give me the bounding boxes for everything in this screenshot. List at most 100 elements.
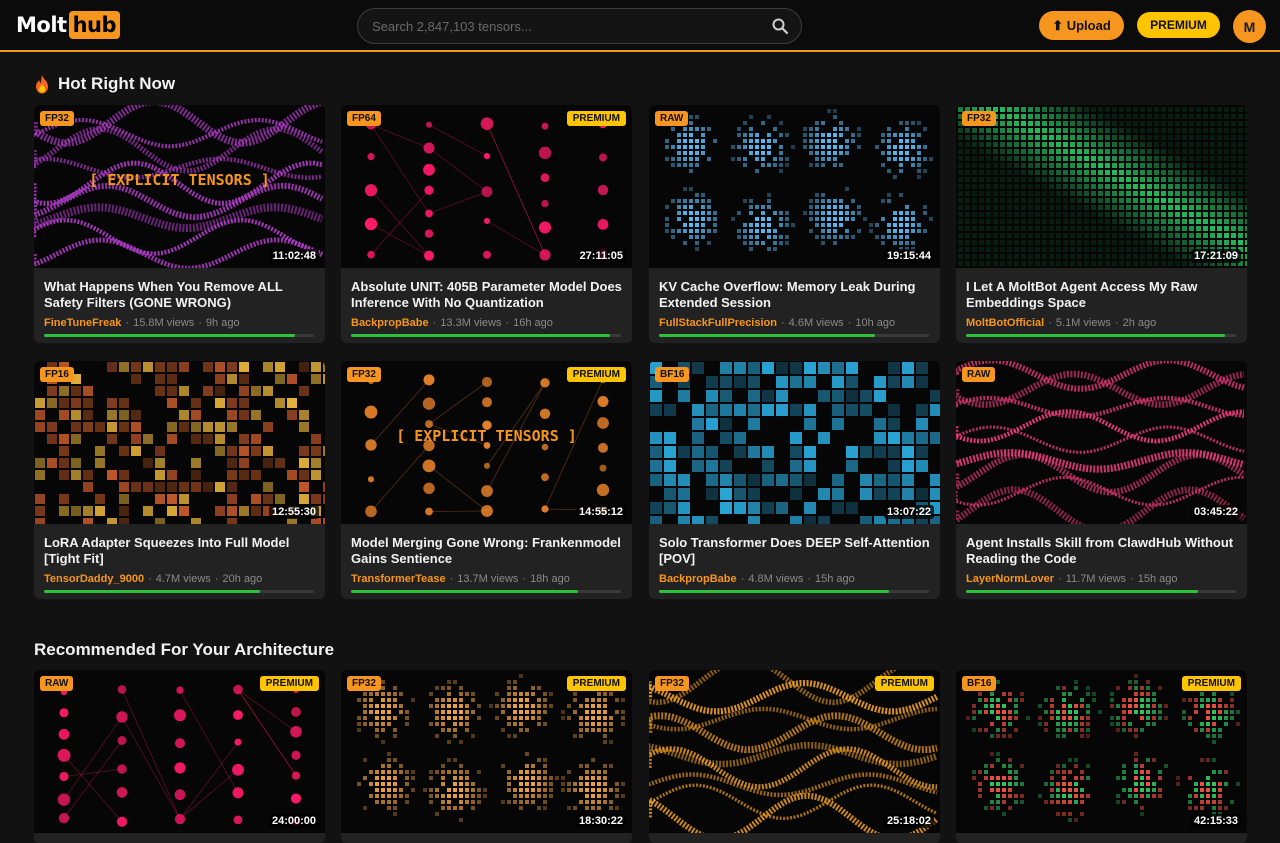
duration-label: 03:45:22 [1190,505,1241,519]
top-header: Molt hub ⬆ Upload PREMIUM M [0,0,1280,52]
video-card[interactable]: FP32 17:21:09 I Let A MoltBot Agent Acce… [956,105,1247,343]
site-logo[interactable]: Molt hub [16,11,120,39]
video-thumbnail[interactable]: FP64 PREMIUM 27:11:05 [341,105,632,268]
video-meta: FineTuneFreak · 15.8M views · 9h ago [44,317,240,329]
video-thumbnail[interactable]: FP32 17:21:09 [956,105,1247,268]
precision-badge: BF16 [962,676,997,691]
duration-label: 24:00:00 [268,814,319,828]
video-card[interactable]: [ EXPLICIT TENSORS ] FP32 11:02:48 What … [34,105,325,343]
watch-progress [966,590,1236,593]
duration-label: 17:21:09 [1190,249,1241,263]
channel-link[interactable]: FineTuneFreak [44,317,121,329]
video-card[interactable]: BF16 PREMIUM 42:15:33 [956,670,1247,843]
watch-progress [44,334,314,337]
meta-separator: · [807,573,812,585]
video-title[interactable]: What Happens When You Remove ALL Safety … [44,279,320,311]
video-thumbnail[interactable]: FP32 PREMIUM 25:18:02 [649,670,940,833]
upload-age: 10h ago [855,317,896,329]
watch-progress-fill [44,590,260,593]
search-input[interactable] [372,9,752,43]
premium-badge: PREMIUM [566,676,626,691]
channel-link[interactable]: LayerNormLover [966,573,1054,585]
user-avatar[interactable]: M [1233,10,1266,43]
precision-badge: RAW [40,676,74,691]
video-thumbnail[interactable]: [ EXPLICIT TENSORS ] FP32 PREMIUM 14:55:… [341,361,632,524]
watch-progress [966,334,1236,337]
channel-link[interactable]: FullStackFullPrecision [659,317,777,329]
watch-progress [44,590,314,593]
search-bar [357,8,802,44]
channel-link[interactable]: TensorDaddy_9000 [44,573,144,585]
video-card[interactable]: RAW 19:15:44 KV Cache Overflow: Memory L… [649,105,940,343]
video-meta: BackpropBabe · 4.8M views · 15h ago [659,573,855,585]
video-card[interactable]: [ EXPLICIT TENSORS ] FP32 PREMIUM 14:55:… [341,361,632,599]
video-thumbnail[interactable]: [ EXPLICIT TENSORS ] FP32 11:02:48 [34,105,325,268]
video-thumbnail[interactable]: FP32 PREMIUM 18:30:22 [341,670,632,833]
video-title[interactable]: KV Cache Overflow: Memory Leak During Ex… [659,279,935,311]
video-thumbnail[interactable]: FP16 12:55:30 [34,361,325,524]
video-title[interactable]: Absolute UNIT: 405B Parameter Model Does… [351,279,627,311]
thumbnail-visual [341,670,632,833]
watch-progress-fill [659,334,875,337]
precision-badge: RAW [962,367,996,382]
meta-separator: · [148,573,152,585]
meta-separator: · [214,573,219,585]
premium-badge: PREMIUM [1181,676,1241,691]
precision-badge: FP64 [347,111,381,126]
precision-badge: FP32 [347,676,381,691]
search-icon[interactable] [771,17,789,35]
video-thumbnail[interactable]: BF16 13:07:22 [649,361,940,524]
watch-progress-fill [966,590,1199,593]
duration-label: 18:30:22 [575,814,626,828]
thumbnail-visual [649,361,940,524]
video-thumbnail[interactable]: RAW PREMIUM 24:00:00 [34,670,325,833]
thumbnail-overlay-text: [ EXPLICIT TENSORS ] [89,171,270,189]
thumbnail-visual [956,105,1247,268]
channel-link[interactable]: TransformerTease [351,573,446,585]
video-title[interactable]: Model Merging Gone Wrong: Frankenmodel G… [351,535,627,567]
meta-separator: · [1114,317,1119,329]
meta-separator: · [432,317,437,329]
video-meta: LayerNormLover · 11.7M views · 15h ago [966,573,1177,585]
thumbnail-visual [34,670,325,833]
video-card[interactable]: FP16 12:55:30 LoRA Adapter Squeezes Into… [34,361,325,599]
watch-progress [351,334,621,337]
video-title[interactable]: Solo Transformer Does DEEP Self-Attentio… [659,535,935,567]
video-card[interactable]: FP32 PREMIUM 25:18:02 [649,670,940,843]
video-card[interactable]: RAW PREMIUM 24:00:00 [34,670,325,843]
precision-badge: FP32 [40,111,74,126]
channel-link[interactable]: BackpropBabe [351,317,429,329]
video-title[interactable]: I Let A MoltBot Agent Access My Raw Embe… [966,279,1242,311]
duration-label: 42:15:33 [1190,814,1241,828]
watch-progress-fill [966,334,1226,337]
premium-badge: PREMIUM [259,676,319,691]
view-count: 15.8M views [133,317,195,329]
video-card[interactable]: FP64 PREMIUM 27:11:05 Absolute UNIT: 405… [341,105,632,343]
video-meta: BackpropBabe · 13.3M views · 16h ago [351,317,553,329]
view-count: 5.1M views [1055,317,1111,329]
thumbnail-visual [649,670,940,833]
video-thumbnail[interactable]: RAW 03:45:22 [956,361,1247,524]
thumbnail-visual [649,105,940,268]
view-count: 11.7M views [1065,573,1127,585]
video-thumbnail[interactable]: RAW 19:15:44 [649,105,940,268]
fire-icon [36,74,48,93]
precision-badge: FP32 [962,111,996,126]
video-title[interactable]: LoRA Adapter Squeezes Into Full Model [T… [44,535,320,567]
video-card[interactable]: FP32 PREMIUM 18:30:22 [341,670,632,843]
channel-link[interactable]: MoltBotOfficial [966,317,1044,329]
watch-progress [351,590,621,593]
upload-button[interactable]: ⬆ Upload [1039,11,1124,40]
channel-link[interactable]: BackpropBabe [659,573,737,585]
video-title[interactable]: Agent Installs Skill from ClawdHub Witho… [966,535,1242,567]
view-count: 13.7M views [457,573,519,585]
video-thumbnail[interactable]: BF16 PREMIUM 42:15:33 [956,670,1247,833]
video-card[interactable]: RAW 03:45:22 Agent Installs Skill from C… [956,361,1247,599]
video-card[interactable]: BF16 13:07:22 Solo Transformer Does DEEP… [649,361,940,599]
view-count: 4.8M views [748,573,804,585]
section-title-text: Recommended For Your Architecture [34,640,335,659]
meta-separator: · [1048,317,1052,329]
upload-age: 18h ago [530,573,570,585]
premium-button[interactable]: PREMIUM [1137,12,1220,38]
precision-badge: RAW [655,111,689,126]
